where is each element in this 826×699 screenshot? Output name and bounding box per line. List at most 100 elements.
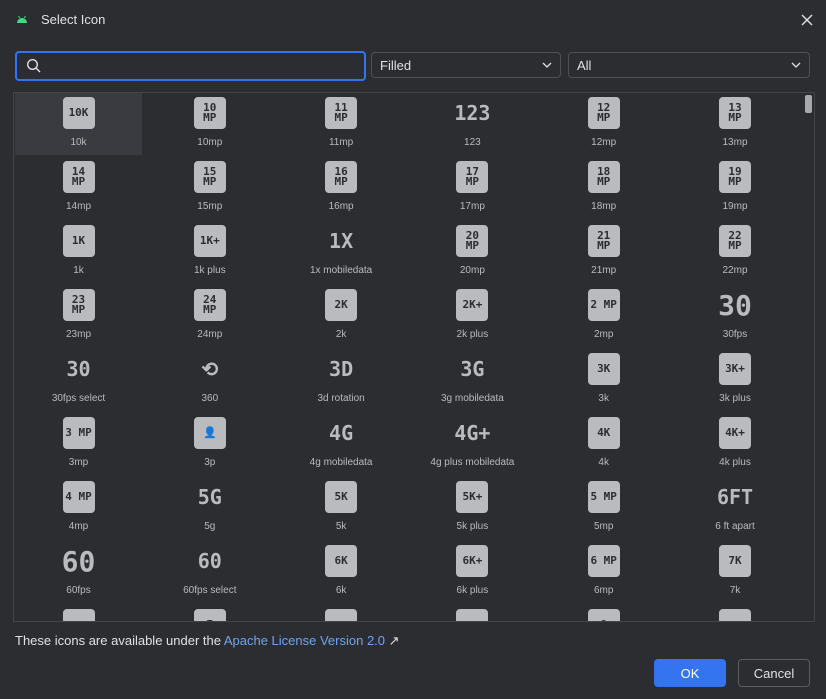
- icon-label: 4k plus: [719, 457, 751, 468]
- icon-glyph-icon: 4 MP: [62, 481, 95, 513]
- icon-label: 3k: [598, 393, 609, 404]
- icon-label: 16mp: [328, 201, 354, 212]
- chevron-down-icon: [542, 62, 552, 68]
- icon-cell[interactable]: 1K+ 1k plus: [146, 221, 273, 283]
- icon-label: 4mp: [68, 521, 89, 532]
- icon-cell[interactable]: 4G+ 4g plus mobiledata: [409, 413, 536, 475]
- icon-glyph-icon: 20 MP: [456, 225, 489, 257]
- icon-cell[interactable]: 21 MP 21mp: [540, 221, 667, 283]
- icon-cell[interactable]: 7: [146, 605, 273, 621]
- icon-cell[interactable]: 3K+ 3k plus: [672, 349, 799, 411]
- icon-glyph-icon: 3 MP: [62, 417, 95, 449]
- icon-cell[interactable]: 2 MP 2mp: [540, 285, 667, 347]
- icon-cell[interactable]: [672, 605, 799, 621]
- style-dropdown[interactable]: Filled: [371, 52, 561, 78]
- icon-label: 3p: [204, 457, 216, 468]
- icon-label: 5k: [335, 521, 347, 532]
- icon-cell[interactable]: 14 MP 14mp: [15, 157, 142, 219]
- icon-cell[interactable]: 2K+ 2k plus: [409, 285, 536, 347]
- icon-cell[interactable]: 60 60fps: [15, 541, 142, 603]
- icon-label: 2k plus: [456, 329, 489, 340]
- icon-cell[interactable]: 17 MP 17mp: [409, 157, 536, 219]
- scrollbar-thumb[interactable]: [805, 95, 812, 113]
- icon-cell[interactable]: 60 60fps select: [146, 541, 273, 603]
- icon-cell[interactable]: 12 MP 12mp: [540, 93, 667, 155]
- icon-cell[interactable]: [15, 605, 142, 621]
- icon-cell[interactable]: 3G 3g mobiledata: [409, 349, 536, 411]
- icon-label: 60fps: [66, 585, 91, 596]
- icon-cell[interactable]: 3 MP 3mp: [15, 413, 142, 475]
- icon-cell[interactable]: 20 MP 20mp: [409, 221, 536, 283]
- icon-cell[interactable]: 4K 4k: [540, 413, 667, 475]
- icon-glyph-icon: 123: [454, 101, 491, 125]
- icon-cell[interactable]: 6FT 6 ft apart: [672, 477, 799, 539]
- icon-cell[interactable]: 6 MP 6mp: [540, 541, 667, 603]
- icon-glyph-icon: 5K: [325, 481, 358, 513]
- icon-glyph-icon: 2K+: [456, 289, 489, 321]
- icon-glyph-icon: [719, 609, 751, 621]
- icon-cell[interactable]: 22 MP 22mp: [672, 221, 799, 283]
- close-icon[interactable]: [798, 11, 816, 29]
- icon-cell[interactable]: 5 MP 5mp: [540, 477, 667, 539]
- icon-cell[interactable]: 2K 2k: [278, 285, 405, 347]
- icon-cell[interactable]: 1K 1k: [15, 221, 142, 283]
- icon-cell[interactable]: 👤 3p: [146, 413, 273, 475]
- icon-label: 15mp: [197, 201, 223, 212]
- icon-cell[interactable]: 5G 5g: [146, 477, 273, 539]
- icon-cell[interactable]: 23 MP 23mp: [15, 285, 142, 347]
- category-dropdown[interactable]: All: [568, 52, 810, 78]
- icon-cell[interactable]: 16 MP 16mp: [278, 157, 405, 219]
- icon-cell[interactable]: 4K+ 4k plus: [672, 413, 799, 475]
- search-input[interactable]: [49, 55, 353, 79]
- search-field[interactable]: [15, 51, 366, 81]
- icon-cell[interactable]: 8: [540, 605, 667, 621]
- icon-cell[interactable]: 11 MP 11mp: [278, 93, 405, 155]
- icon-cell[interactable]: [409, 605, 536, 621]
- icon-label: 60fps select: [183, 585, 237, 596]
- icon-cell[interactable]: 5K 5k: [278, 477, 405, 539]
- icon-label: 6k plus: [456, 585, 489, 596]
- icon-cell[interactable]: 15 MP 15mp: [146, 157, 273, 219]
- icon-cell[interactable]: 6K 6k: [278, 541, 405, 603]
- icon-glyph-icon: [62, 609, 95, 621]
- icon-cell[interactable]: 30 30fps: [672, 285, 799, 347]
- icon-glyph-icon: 30: [66, 357, 91, 381]
- icon-cell[interactable]: 10 MP 10mp: [146, 93, 273, 155]
- cancel-button[interactable]: Cancel: [738, 659, 810, 687]
- icon-label: 6mp: [593, 585, 614, 596]
- icon-cell[interactable]: 19 MP 19mp: [672, 157, 799, 219]
- icon-cell[interactable]: 1X 1x mobiledata: [278, 221, 405, 283]
- icon-label: 10k: [70, 137, 87, 148]
- icon-cell[interactable]: 30 30fps select: [15, 349, 142, 411]
- category-dropdown-value: All: [577, 58, 592, 73]
- icon-cell[interactable]: [278, 605, 405, 621]
- icon-label: 10mp: [197, 137, 223, 148]
- icon-cell[interactable]: 4 MP 4mp: [15, 477, 142, 539]
- ok-button[interactable]: OK: [654, 659, 726, 687]
- icon-cell[interactable]: 123 123: [409, 93, 536, 155]
- icon-cell[interactable]: 7K 7k: [672, 541, 799, 603]
- icon-cell[interactable]: 3D 3d rotation: [278, 349, 405, 411]
- icon-glyph-icon: 14 MP: [62, 161, 95, 193]
- icon-label: 4k: [598, 457, 609, 468]
- icon-cell[interactable]: ⟲ 360: [146, 349, 273, 411]
- icon-glyph-icon: 24 MP: [193, 289, 226, 321]
- icon-glyph-icon: 2 MP: [587, 289, 620, 321]
- icon-glyph-icon: 5K+: [456, 481, 489, 513]
- icon-glyph-icon: ⟲: [201, 357, 219, 381]
- icon-glyph-icon: 22 MP: [719, 225, 751, 257]
- icon-glyph-icon: 23 MP: [62, 289, 95, 321]
- icon-cell[interactable]: 24 MP 24mp: [146, 285, 273, 347]
- license-link[interactable]: Apache License Version 2.0: [224, 633, 385, 648]
- icon-cell[interactable]: 18 MP 18mp: [540, 157, 667, 219]
- icon-cell[interactable]: 3K 3k: [540, 349, 667, 411]
- icon-cell[interactable]: 10K 10k: [15, 93, 142, 155]
- icon-cell[interactable]: 13 MP 13mp: [672, 93, 799, 155]
- icon-cell[interactable]: 6K+ 6k plus: [409, 541, 536, 603]
- icon-glyph-icon: 1K+: [193, 225, 226, 257]
- icon-cell[interactable]: 4G 4g mobiledata: [278, 413, 405, 475]
- icon-glyph-icon: 3D: [329, 357, 354, 381]
- icon-cell[interactable]: 5K+ 5k plus: [409, 477, 536, 539]
- icon-label: 19mp: [722, 201, 748, 212]
- icon-glyph-icon: 8: [587, 609, 620, 621]
